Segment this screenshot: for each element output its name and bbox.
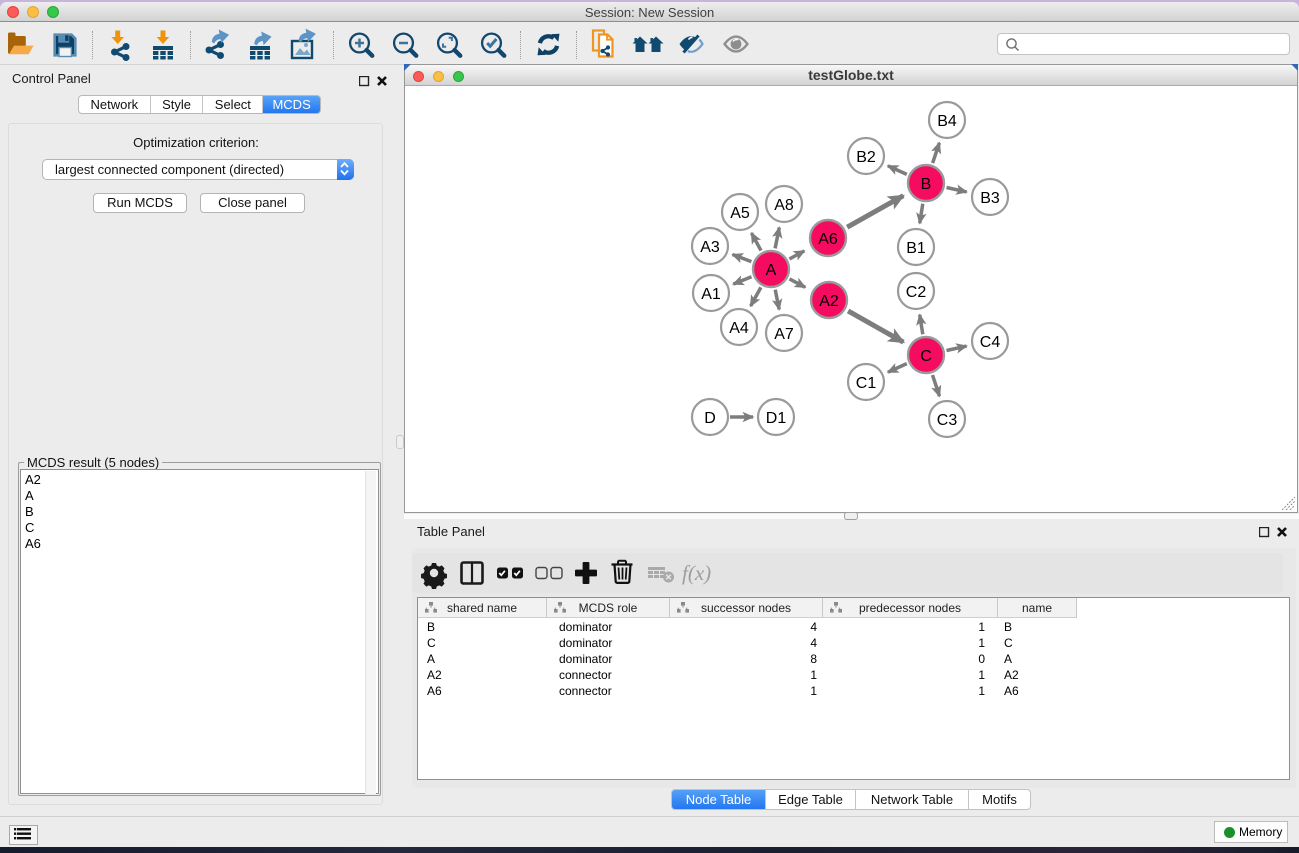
svg-text:C4: C4: [980, 334, 1001, 351]
svg-text:B2: B2: [856, 149, 876, 166]
svg-text:A7: A7: [774, 326, 794, 343]
svg-text:A6: A6: [818, 231, 838, 248]
svg-text:D1: D1: [766, 410, 787, 427]
svg-text:B3: B3: [980, 190, 1000, 207]
svg-text:A8: A8: [774, 197, 794, 214]
svg-text:A1: A1: [701, 286, 721, 303]
svg-text:C1: C1: [856, 375, 877, 392]
svg-text:A4: A4: [729, 320, 749, 337]
svg-text:A2: A2: [819, 293, 839, 310]
svg-text:B: B: [921, 176, 932, 193]
svg-text:B1: B1: [906, 240, 926, 257]
svg-text:A3: A3: [700, 239, 720, 256]
svg-text:C2: C2: [906, 284, 927, 301]
svg-text:C3: C3: [937, 412, 958, 429]
svg-text:C: C: [920, 348, 932, 365]
svg-text:B4: B4: [937, 113, 957, 130]
svg-text:D: D: [704, 410, 716, 427]
svg-text:A: A: [766, 262, 777, 279]
svg-text:A5: A5: [730, 205, 750, 222]
svg-text:f(x): f(x): [682, 561, 711, 585]
